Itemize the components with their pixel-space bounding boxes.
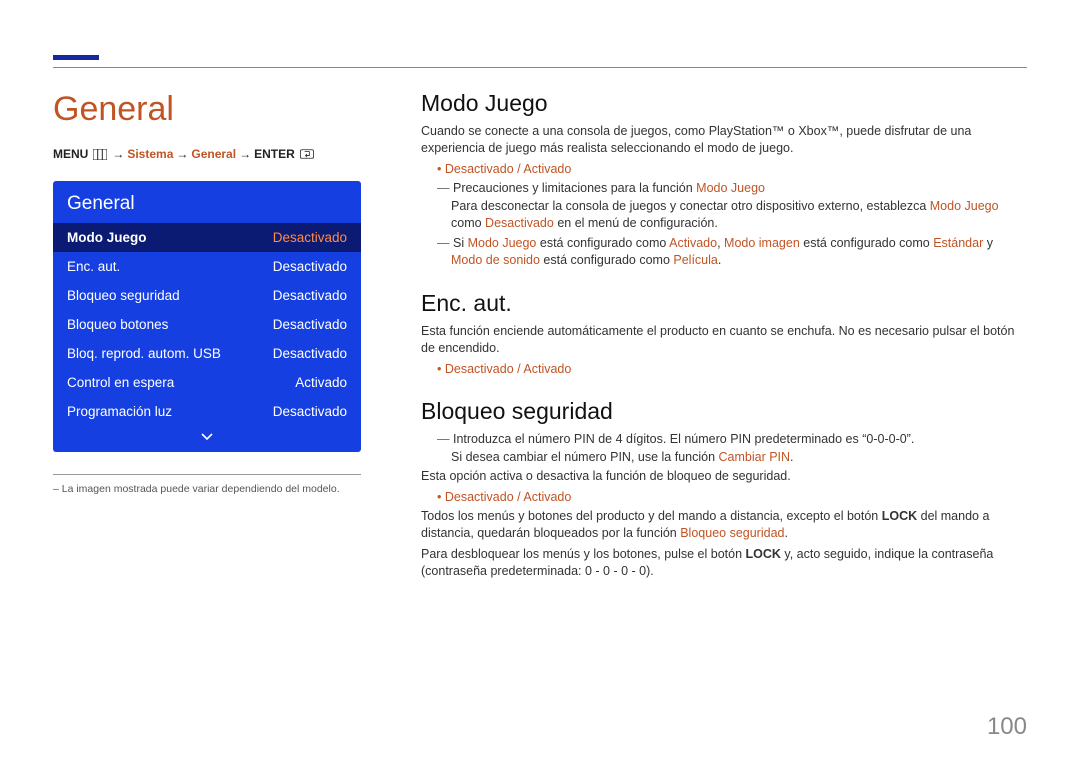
menu-path-general: General [191, 147, 236, 161]
osd-row-value: Desactivado [273, 288, 347, 303]
option-off: Desactivado [445, 162, 514, 176]
enter-icon [300, 149, 314, 160]
osd-row-value: Desactivado [273, 230, 347, 245]
left-column: General MENU → Sistema → General → ENTER… [53, 90, 393, 713]
arrow-icon: → [176, 147, 188, 161]
modo-juego-note2: Si Modo Juego está configurado como Acti… [451, 235, 1027, 270]
bloqueo-pin-note: Introduzca el número PIN de 4 dígitos. E… [451, 431, 1027, 466]
heading-bloqueo-seguridad: Bloqueo seguridad [421, 398, 1027, 425]
osd-more-indicator[interactable] [53, 426, 361, 448]
arrow-icon: → [239, 147, 251, 161]
menu-path-sistema: Sistema [127, 147, 173, 161]
menu-grid-icon [93, 149, 107, 160]
chevron-down-icon [201, 433, 213, 441]
right-column: Modo Juego Cuando se conecte a una conso… [393, 90, 1027, 713]
osd-row-value: Desactivado [273, 317, 347, 332]
osd-row-label: Modo Juego [67, 230, 147, 245]
enc-aut-intro: Esta función enciende automáticamente el… [421, 323, 1027, 357]
osd-row-value: Desactivado [273, 346, 347, 361]
osd-row[interactable]: Programación luz Desactivado [53, 397, 361, 426]
option-on: Activado [523, 490, 571, 504]
osd-row[interactable]: Bloqueo seguridad Desactivado [53, 281, 361, 310]
heading-enc-aut: Enc. aut. [421, 290, 1027, 317]
section-title-general: General [53, 90, 361, 129]
osd-rows: Modo Juego Desactivado Enc. aut. Desactivad… [53, 223, 361, 426]
page-number: 100 [987, 713, 1027, 741]
page-content: General MENU → Sistema → General → ENTER… [53, 90, 1027, 713]
image-variation-note: – La imagen mostrada puede variar depend… [53, 483, 361, 495]
osd-row[interactable]: Modo Juego Desactivado [53, 223, 361, 252]
osd-row[interactable]: Bloq. reprod. autom. USB Desactivado [53, 339, 361, 368]
top-accent-bar [53, 55, 99, 60]
menu-path-menu: MENU [53, 147, 88, 161]
modo-juego-precautions: Precauciones y limitaciones para la func… [451, 180, 1027, 233]
osd-row-label: Bloqueo seguridad [67, 288, 180, 303]
option-sep: / [514, 490, 524, 504]
modo-juego-options: Desactivado / Activado [449, 161, 1027, 179]
osd-title: General [53, 191, 361, 223]
osd-row[interactable]: Bloqueo botones Desactivado [53, 310, 361, 339]
bloqueo-desc: Esta opción activa o desactiva la funció… [421, 468, 1027, 485]
bloqueo-unlock-note: Para desbloquear los menús y los botones… [421, 546, 1027, 580]
separator [53, 474, 361, 475]
top-horizontal-rule [53, 67, 1027, 68]
osd-row-label: Bloq. reprod. autom. USB [67, 346, 221, 361]
bloqueo-lock-note: Todos los menús y botones del producto y… [421, 508, 1027, 542]
osd-row-label: Bloqueo botones [67, 317, 168, 332]
menu-path: MENU → Sistema → General → ENTER [53, 147, 361, 161]
option-off: Desactivado [445, 490, 514, 504]
arrow-icon: → [112, 147, 124, 161]
osd-row-value: Desactivado [273, 404, 347, 419]
osd-row-value: Desactivado [273, 259, 347, 274]
bloqueo-options: Desactivado / Activado [449, 489, 1027, 507]
menu-path-enter: ENTER [254, 147, 295, 161]
option-on: Activado [523, 162, 571, 176]
modo-juego-intro: Cuando se conecte a una consola de juego… [421, 123, 1027, 157]
osd-row-label: Enc. aut. [67, 259, 120, 274]
osd-row-label: Programación luz [67, 404, 172, 419]
enc-aut-options: Desactivado / Activado [449, 361, 1027, 379]
heading-modo-juego: Modo Juego [421, 90, 1027, 117]
osd-row-label: Control en espera [67, 375, 174, 390]
option-sep: / [514, 362, 524, 376]
osd-row[interactable]: Enc. aut. Desactivado [53, 252, 361, 281]
option-sep: / [514, 162, 524, 176]
osd-row-value: Activado [295, 375, 347, 390]
osd-row[interactable]: Control en espera Activado [53, 368, 361, 397]
option-on: Activado [523, 362, 571, 376]
option-off: Desactivado [445, 362, 514, 376]
osd-panel: General Modo Juego Desactivado Enc. aut. De… [53, 181, 361, 452]
